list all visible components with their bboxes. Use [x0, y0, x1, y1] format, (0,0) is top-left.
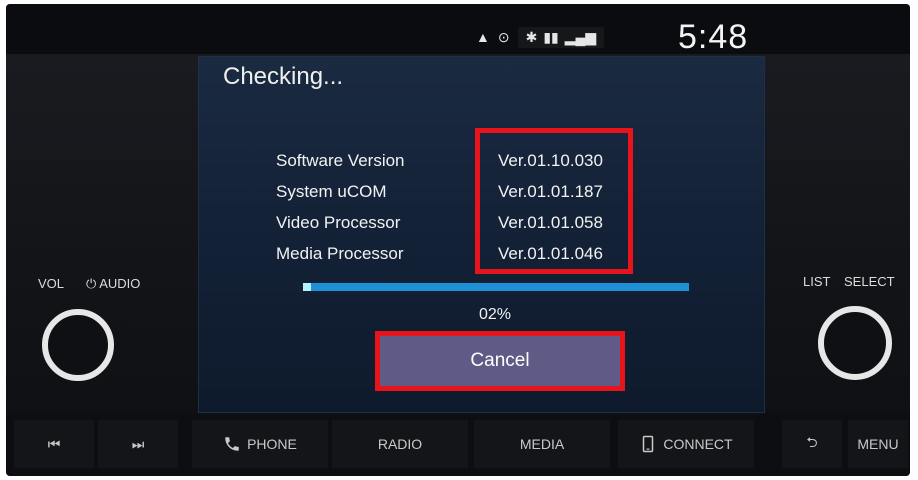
- status-icons: ▲ ⊙ ✱ ▮▮ ▂▄▆: [476, 26, 605, 48]
- play-icon: ⊙: [497, 28, 510, 45]
- progress-fill: [303, 283, 311, 291]
- connect-label: CONNECT: [663, 436, 733, 452]
- bluetooth-icon: ✱: [525, 28, 538, 45]
- media-label: MEDIA: [519, 436, 565, 452]
- navigation-icon: ▲: [476, 29, 490, 45]
- phone-icon: [225, 437, 239, 451]
- volume-knob[interactable]: [42, 309, 114, 381]
- progress-bar: [303, 283, 689, 291]
- clock: 5:48: [678, 18, 749, 56]
- connectivity-group: ✱ ▮▮ ▂▄▆: [517, 26, 605, 48]
- connect-button[interactable]: CONNECT: [618, 420, 754, 468]
- radio-button[interactable]: RADIO: [332, 420, 468, 468]
- progress-percent: 02%: [479, 306, 512, 323]
- vol-label: VOL: [38, 276, 65, 291]
- version-label: Video Processor: [276, 212, 401, 232]
- radio-label: RADIO: [377, 436, 423, 452]
- phone-label: PHONE: [247, 436, 297, 452]
- next-track-button[interactable]: ⏭: [98, 420, 178, 468]
- battery-icon: ▮▮: [543, 28, 559, 45]
- status-bar: ▲ ⊙ ✱ ▮▮ ▂▄▆ 5:48: [6, 4, 910, 56]
- audio-label: AUDIO: [99, 276, 141, 291]
- head-unit: ▲ ⊙ ✱ ▮▮ ▂▄▆ 5:48 VOL ⏻ AUDIO LIST SELEC…: [6, 4, 910, 476]
- update-dialog: Checking... Software Version Ver.01.10.0…: [198, 56, 765, 413]
- signal-icon: ▂▄▆: [564, 28, 597, 45]
- highlight-box-versions: [475, 128, 633, 274]
- smartphone-icon: [643, 435, 654, 453]
- next-track-icon: ⏭: [131, 435, 145, 452]
- list-label: LIST: [803, 274, 831, 289]
- previous-track-button[interactable]: ⏮: [14, 420, 94, 468]
- version-label: Media Processor: [276, 243, 404, 263]
- select-knob[interactable]: [818, 306, 892, 380]
- highlight-box-cancel: [375, 331, 625, 391]
- phone-button[interactable]: PHONE: [192, 420, 328, 468]
- bottom-button-bar: ⏮ ⏭ PHONE RADIO MEDIA CONNECT ⮌ MENU: [6, 414, 910, 476]
- back-icon: ⮌: [806, 434, 818, 450]
- back-button[interactable]: ⮌: [782, 420, 842, 468]
- audio-label-group: ⏻ AUDIO: [86, 276, 140, 292]
- select-label: SELECT: [844, 274, 895, 289]
- menu-button[interactable]: MENU: [848, 420, 908, 468]
- menu-label: MENU: [857, 436, 899, 452]
- media-button[interactable]: MEDIA: [474, 420, 610, 468]
- power-icon: ⏻: [86, 276, 97, 291]
- version-label: Software Version: [276, 150, 405, 170]
- version-label: System uCOM: [276, 181, 387, 201]
- page-title: Checking...: [223, 63, 344, 90]
- previous-track-icon: ⏮: [47, 435, 61, 452]
